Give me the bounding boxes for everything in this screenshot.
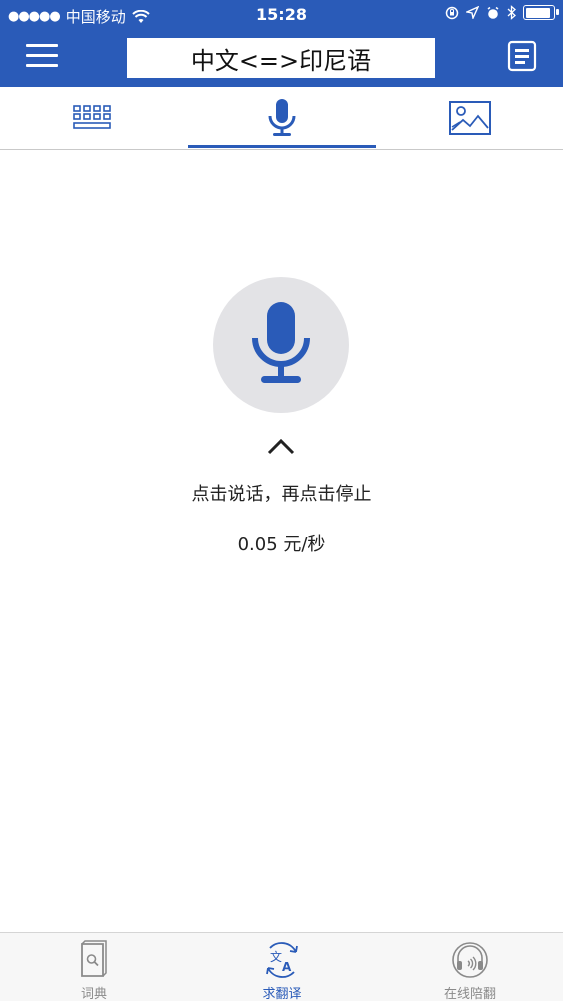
status-bar: ●●●●● 中国移动 15:28 bbox=[0, 0, 563, 30]
dictionary-book-icon bbox=[72, 939, 116, 981]
battery-fill bbox=[525, 7, 550, 18]
voice-price-text: 0.05 元/秒 bbox=[237, 534, 326, 555]
input-mode-tabs bbox=[0, 87, 563, 150]
nav-label: 在线陪翻 bbox=[443, 987, 496, 1002]
svg-text:文: 文 bbox=[270, 949, 282, 964]
document-list-icon bbox=[507, 40, 537, 72]
rotation-lock-icon bbox=[445, 6, 459, 19]
nav-translate[interactable]: 文 A 求翻译 bbox=[188, 933, 376, 1002]
keyboard-icon bbox=[73, 105, 111, 129]
image-icon bbox=[449, 101, 491, 135]
app-header: ●●●●● 中国移动 15:28 中文<=>印尼语 bbox=[0, 0, 563, 87]
tab-image[interactable] bbox=[376, 87, 563, 149]
history-button[interactable] bbox=[507, 40, 537, 72]
hamburger-line bbox=[26, 64, 58, 67]
chevron-up-icon[interactable] bbox=[266, 436, 296, 456]
hamburger-menu-icon bbox=[26, 44, 58, 47]
nav-dictionary[interactable]: 词典 bbox=[0, 933, 188, 1002]
language-pair-title[interactable]: 中文<=>印尼语 bbox=[127, 38, 435, 78]
microphone-icon bbox=[252, 302, 310, 383]
microphone-icon bbox=[268, 99, 296, 136]
active-tab-indicator bbox=[188, 145, 376, 148]
record-button[interactable] bbox=[213, 277, 349, 413]
translate-icon: 文 A bbox=[260, 939, 304, 981]
voice-hint-text: 点击说话，再点击停止 bbox=[191, 484, 372, 505]
alarm-icon bbox=[487, 6, 499, 19]
menu-button[interactable] bbox=[26, 42, 58, 68]
location-arrow-icon bbox=[466, 6, 479, 19]
status-right bbox=[445, 5, 559, 20]
tab-keyboard[interactable] bbox=[0, 87, 188, 149]
nav-label: 词典 bbox=[80, 987, 107, 1002]
bluetooth-icon bbox=[507, 5, 516, 20]
bottom-nav: 词典 文 A 求翻译 在线陪翻 bbox=[0, 932, 563, 1002]
hamburger-line bbox=[26, 54, 58, 57]
tab-voice[interactable] bbox=[188, 87, 376, 149]
battery-icon bbox=[523, 5, 559, 20]
headset-icon bbox=[448, 939, 492, 981]
svg-text:A: A bbox=[282, 960, 292, 974]
nav-label: 求翻译 bbox=[262, 987, 302, 1002]
nav-online-interpreter[interactable]: 在线陪翻 bbox=[376, 933, 563, 1002]
